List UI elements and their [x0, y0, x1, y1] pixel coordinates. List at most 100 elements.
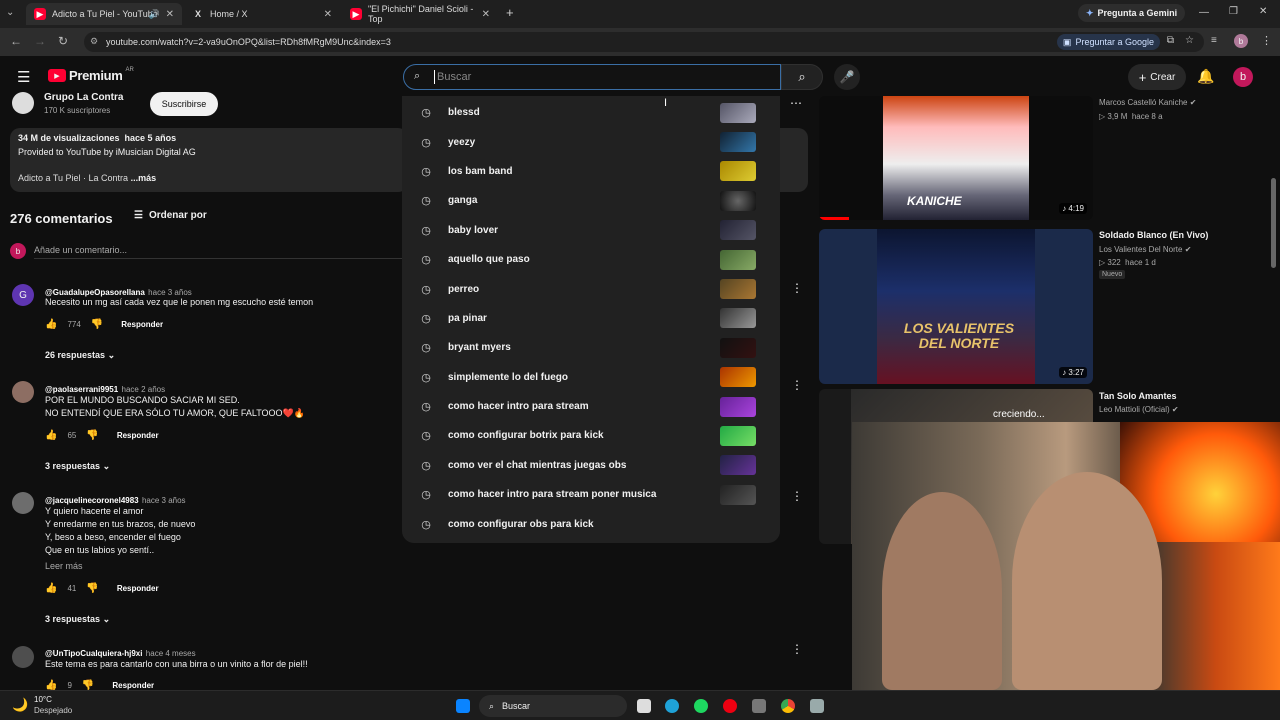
replies-toggle[interactable]: 3 respuestas ⌄	[45, 461, 110, 472]
comment-menu-icon[interactable]: ⋮	[791, 642, 803, 656]
close-window-icon[interactable]: ✕	[1259, 6, 1267, 17]
suggestion-item[interactable]: ◷ baby lover	[402, 216, 780, 245]
forward-icon[interactable]: →	[34, 34, 46, 48]
settings-icon[interactable]	[810, 699, 824, 713]
suggestion-item[interactable]: ◷ blessd	[402, 98, 780, 127]
gemini-button[interactable]: ✦ Pregunta a Gemini	[1078, 4, 1186, 22]
preguntar-google-button[interactable]: ▣ Preguntar a Google	[1056, 34, 1160, 50]
read-more-link[interactable]: Leer más	[45, 561, 83, 571]
reading-list-icon[interactable]: ≡	[1211, 35, 1217, 46]
suggestion-item[interactable]: ◷ como hacer intro para stream	[402, 392, 780, 421]
more-options-icon[interactable]: ⋯	[790, 96, 802, 110]
install-icon[interactable]: ⧉	[1167, 35, 1174, 46]
dislike-icon[interactable]: 👎	[86, 430, 98, 441]
comment-author[interactable]: @jacquelinecoronel4983	[45, 496, 139, 505]
maximize-icon[interactable]: ❐	[1229, 6, 1238, 17]
opera-icon[interactable]	[723, 699, 737, 713]
channel-avatar[interactable]	[12, 92, 34, 114]
chrome-icon[interactable]	[781, 699, 795, 713]
new-tab-icon[interactable]: +	[506, 5, 514, 20]
notifications-bell-icon[interactable]: 🔔	[1197, 68, 1214, 85]
sort-by-button[interactable]: ☰ Ordenar por	[134, 210, 207, 221]
comment-time[interactable]: hace 3 años	[142, 496, 186, 505]
close-icon[interactable]: ✕	[166, 9, 174, 20]
comment-menu-icon[interactable]: ⋮	[791, 281, 803, 295]
comment-menu-icon[interactable]: ⋮	[791, 489, 803, 503]
app-icon[interactable]	[752, 699, 766, 713]
suggestion-item[interactable]: ◷ como configurar botrix para kick	[402, 421, 780, 450]
youtube-logo[interactable]: ▶ Premium AR	[48, 67, 134, 83]
description-more-link[interactable]: ...más	[131, 173, 157, 183]
dislike-icon[interactable]: 👎	[91, 319, 103, 330]
site-info-icon[interactable]: ⚙	[90, 36, 98, 47]
taskbar-search[interactable]: ⌕ Buscar	[479, 695, 627, 717]
hamburger-menu-icon[interactable]: ☰	[17, 68, 30, 86]
weather-icon[interactable]: 🌙	[12, 697, 28, 713]
replies-toggle[interactable]: 26 respuestas ⌄	[45, 350, 115, 361]
suggestion-item[interactable]: ◷ los bam band	[402, 157, 780, 186]
create-button[interactable]: + Crear	[1128, 64, 1186, 90]
menu-kebab-icon[interactable]: ⋮	[1261, 34, 1272, 47]
suggestion-item[interactable]: ◷ bryant myers	[402, 333, 780, 362]
comment-avatar[interactable]	[12, 381, 34, 403]
channel-name[interactable]: Grupo La Contra	[44, 92, 123, 103]
close-icon[interactable]: ✕	[324, 9, 332, 20]
audio-icon[interactable]: 🔊	[149, 9, 160, 20]
reload-icon[interactable]: ↻	[58, 34, 68, 48]
suggestion-item[interactable]: ◷ simplemente lo del fuego	[402, 363, 780, 392]
comment-menu-icon[interactable]: ⋮	[791, 378, 803, 392]
comment-avatar[interactable]: G	[12, 284, 34, 306]
tab-youtube[interactable]: ▶ Adicto a Tu Piel - YouTube 🔊 ✕	[26, 3, 182, 25]
tab-pichichi[interactable]: ▶ "El Pichichi" Daniel Scioli - Top ✕	[342, 3, 498, 25]
comment-time[interactable]: hace 4 meses	[146, 649, 196, 658]
edge-icon[interactable]	[665, 699, 679, 713]
windows-start-icon[interactable]	[456, 699, 470, 713]
suggestion-item[interactable]: ◷ como hacer intro para stream poner musi…	[402, 480, 780, 509]
video-channel[interactable]: Marcos Castelló Kaniche ✔	[1099, 98, 1196, 107]
video-title[interactable]: Soldado Blanco (En Vivo)	[1099, 230, 1208, 240]
reply-button[interactable]: Responder	[112, 681, 154, 690]
subscribe-button[interactable]: Suscribirse	[150, 92, 218, 116]
video-channel[interactable]: Leo Mattioli (Oficial) ✔	[1099, 405, 1179, 414]
comment-avatar[interactable]	[12, 646, 34, 668]
like-icon[interactable]: 👍	[45, 583, 57, 594]
reply-button[interactable]: Responder	[121, 320, 163, 329]
comment-author[interactable]: @UnTipoCualquiera-hj9xi	[45, 649, 142, 658]
like-icon[interactable]: 👍	[45, 430, 57, 441]
video-thumbnail[interactable]: LOS VALIENTES DEL NORTE ♪ 3:27	[819, 229, 1093, 384]
tab-x[interactable]: X Home / X ✕	[184, 3, 340, 25]
task-view-icon[interactable]	[637, 699, 651, 713]
comment-avatar[interactable]	[12, 492, 34, 514]
video-thumbnail[interactable]: KANICHE ♪ 4:19	[819, 96, 1093, 220]
scrollbar[interactable]	[1271, 178, 1276, 268]
reply-button[interactable]: Responder	[117, 431, 159, 440]
video-title[interactable]: Tan Solo Amantes	[1099, 391, 1177, 401]
video-channel[interactable]: Los Valientes Del Norte ✔	[1099, 245, 1191, 254]
suggestion-item[interactable]: ◷ como ver el chat mientras juegas obs	[402, 451, 780, 480]
account-avatar[interactable]: b	[1233, 67, 1253, 87]
minimize-icon[interactable]: —	[1199, 7, 1209, 18]
suggestion-item[interactable]: ◷ aquello que paso	[402, 245, 780, 274]
suggestion-item[interactable]: ◷ perreo	[402, 274, 780, 303]
tab-search-icon[interactable]: ⌄	[6, 7, 14, 18]
like-icon[interactable]: 👍	[45, 319, 57, 330]
profile-icon[interactable]: b	[1234, 34, 1248, 48]
suggestion-item[interactable]: ◷ yeezy	[402, 127, 780, 156]
close-icon[interactable]: ✕	[482, 9, 490, 20]
reply-button[interactable]: Responder	[117, 584, 159, 593]
suggestion-item[interactable]: ◷ pa pinar	[402, 304, 780, 333]
search-input[interactable]: ⌕ Buscar	[403, 64, 781, 90]
url-bar[interactable]: ⚙ youtube.com/watch?v=2-va9uOnOPQ&list=R…	[84, 32, 1204, 52]
search-button[interactable]: ⌕	[781, 64, 823, 90]
suggestion-item[interactable]: ◷ como configurar obs para kick	[402, 509, 780, 538]
bookmark-star-icon[interactable]: ☆	[1185, 35, 1194, 46]
dislike-icon[interactable]: 👎	[86, 583, 98, 594]
suggestion-item[interactable]: ◷ ganga	[402, 186, 780, 215]
spotify-icon[interactable]	[694, 699, 708, 713]
replies-toggle[interactable]: 3 respuestas ⌄	[45, 614, 110, 625]
back-icon[interactable]: ←	[10, 34, 22, 48]
comment-time[interactable]: hace 2 años	[122, 385, 166, 394]
comment-author[interactable]: @paolaserrani9951	[45, 385, 118, 394]
voice-search-button[interactable]: 🎤	[834, 64, 860, 90]
add-comment-input[interactable]: Añade un comentario...	[34, 245, 404, 259]
